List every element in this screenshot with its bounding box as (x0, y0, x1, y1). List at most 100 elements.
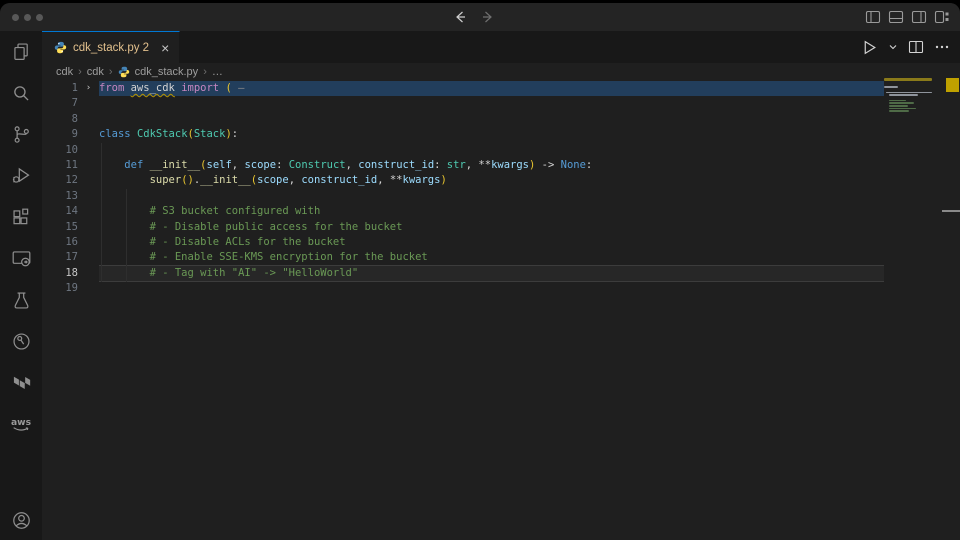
code-line-10[interactable]: 10 (42, 143, 960, 158)
fold-gutter (78, 127, 99, 142)
code-line-19[interactable]: 19 (42, 281, 960, 296)
extensions-icon[interactable] (0, 197, 42, 238)
code-text: # - Disable ACLs for the bucket (99, 235, 884, 250)
breadcrumb-item-cdk[interactable]: cdk (56, 66, 73, 78)
fold-gutter (78, 112, 99, 127)
code-text: super().__init__(scope, construct_id, **… (99, 173, 884, 188)
search-icon[interactable] (0, 72, 42, 113)
code-line-13[interactable]: 13 (42, 189, 960, 204)
toggle-panel-icon[interactable] (888, 9, 904, 25)
testing-icon[interactable] (0, 279, 42, 320)
minimize-window-button[interactable] (24, 14, 31, 21)
run-dropdown-icon[interactable] (888, 42, 898, 52)
terraform-icon[interactable] (0, 362, 42, 403)
minimap-line (884, 78, 932, 81)
line-number[interactable]: 9 (42, 127, 78, 142)
code-line-1[interactable]: 1›from aws_cdk import ( – (42, 81, 960, 96)
fold-gutter (78, 158, 99, 173)
window-controls (12, 3, 43, 31)
forward-icon[interactable] (480, 9, 496, 25)
line-number[interactable]: 7 (42, 96, 78, 111)
breadcrumb-item-symbol[interactable]: … (212, 66, 223, 78)
fold-gutter (78, 143, 99, 158)
python-file-icon (54, 41, 67, 54)
code-text: from aws_cdk import ( – (99, 81, 884, 96)
line-number[interactable]: 19 (42, 281, 78, 296)
code-lines: 1›from aws_cdk import ( –789class CdkSta… (42, 81, 960, 296)
code-line-9[interactable]: 9class CdkStack(Stack): (42, 127, 960, 142)
code-text (99, 189, 884, 204)
zoom-window-button[interactable] (36, 14, 43, 21)
toggle-secondary-sidebar-icon[interactable] (911, 9, 927, 25)
line-number[interactable]: 12 (42, 173, 78, 188)
explorer-icon[interactable] (0, 31, 42, 72)
code-text: def __init__(self, scope: Construct, con… (99, 158, 884, 173)
breadcrumb-item-file[interactable]: cdk_stack.py (135, 66, 199, 78)
close-window-button[interactable] (12, 14, 19, 21)
line-number[interactable]: 18 (42, 266, 78, 281)
fold-gutter (78, 96, 99, 111)
line-number[interactable]: 15 (42, 220, 78, 235)
line-number[interactable]: 11 (42, 158, 78, 173)
code-text: # S3 bucket configured with (99, 204, 884, 219)
fold-gutter (78, 204, 99, 219)
fold-chevron-icon[interactable]: › (78, 81, 99, 96)
code-line-7[interactable]: 7 (42, 96, 960, 111)
breadcrumb-separator: › (203, 66, 207, 78)
line-number[interactable]: 14 (42, 204, 78, 219)
minimap[interactable] (884, 78, 942, 138)
indent-guide (101, 143, 102, 282)
code-text (99, 96, 884, 111)
minimap-line (884, 86, 898, 88)
commit-graph-icon[interactable] (0, 321, 42, 362)
tab-close-icon[interactable]: × (161, 41, 169, 55)
line-number[interactable]: 13 (42, 189, 78, 204)
fold-gutter (78, 266, 99, 281)
accounts-icon[interactable] (0, 501, 42, 539)
line-number[interactable]: 16 (42, 235, 78, 250)
split-editor-icon[interactable] (908, 39, 924, 55)
line-number[interactable]: 1 (42, 81, 78, 96)
toggle-primary-sidebar-icon[interactable] (865, 9, 881, 25)
code-line-18[interactable]: 18 # - Tag with "AI" -> "HelloWorld" (42, 266, 960, 281)
code-line-8[interactable]: 8 (42, 112, 960, 127)
run-and-debug-icon[interactable] (0, 155, 42, 196)
python-file-icon (118, 66, 130, 78)
code-line-17[interactable]: 17 # - Enable SSE-KMS encryption for the… (42, 250, 960, 265)
line-number[interactable]: 8 (42, 112, 78, 127)
code-text (99, 281, 884, 296)
tab-cdk-stack[interactable]: cdk_stack.py 2 × (42, 31, 180, 63)
code-line-12[interactable]: 12 super().__init__(scope, construct_id,… (42, 173, 960, 188)
fold-gutter (78, 220, 99, 235)
overview-ruler-cursor-mark (942, 210, 960, 212)
breadcrumb-item-cdk-2[interactable]: cdk (87, 66, 104, 78)
code-editor[interactable]: 1›from aws_cdk import ( –789class CdkSta… (42, 81, 960, 540)
remote-explorer-icon[interactable] (0, 238, 42, 279)
overview-ruler[interactable] (942, 63, 960, 540)
code-line-16[interactable]: 16 # - Disable ACLs for the bucket (42, 235, 960, 250)
breadcrumb: cdk › cdk › cdk_stack.py › … (42, 63, 960, 81)
minimap-line (889, 108, 916, 110)
run-python-file-icon[interactable] (861, 39, 878, 56)
fold-gutter (78, 235, 99, 250)
code-text: # - Disable public access for the bucket (99, 220, 884, 235)
fold-gutter (78, 250, 99, 265)
source-control-icon[interactable] (0, 114, 42, 155)
code-text (99, 143, 884, 158)
code-line-11[interactable]: 11 def __init__(self, scope: Construct, … (42, 158, 960, 173)
vscode-window: aws (0, 3, 960, 540)
history-nav (452, 3, 496, 31)
back-icon[interactable] (452, 9, 468, 25)
fold-gutter (78, 189, 99, 204)
aws-toolkit-icon[interactable]: aws (0, 404, 42, 445)
svg-text:aws: aws (11, 417, 32, 428)
more-actions-icon[interactable] (934, 39, 950, 55)
line-number[interactable]: 17 (42, 250, 78, 265)
code-line-14[interactable]: 14 # S3 bucket configured with (42, 204, 960, 219)
tab-label: cdk_stack.py 2 (73, 42, 149, 54)
code-line-15[interactable]: 15 # - Disable public access for the buc… (42, 220, 960, 235)
minimap-line (889, 105, 908, 107)
line-number[interactable]: 10 (42, 143, 78, 158)
customize-layout-icon[interactable] (934, 9, 950, 25)
fold-gutter (78, 173, 99, 188)
